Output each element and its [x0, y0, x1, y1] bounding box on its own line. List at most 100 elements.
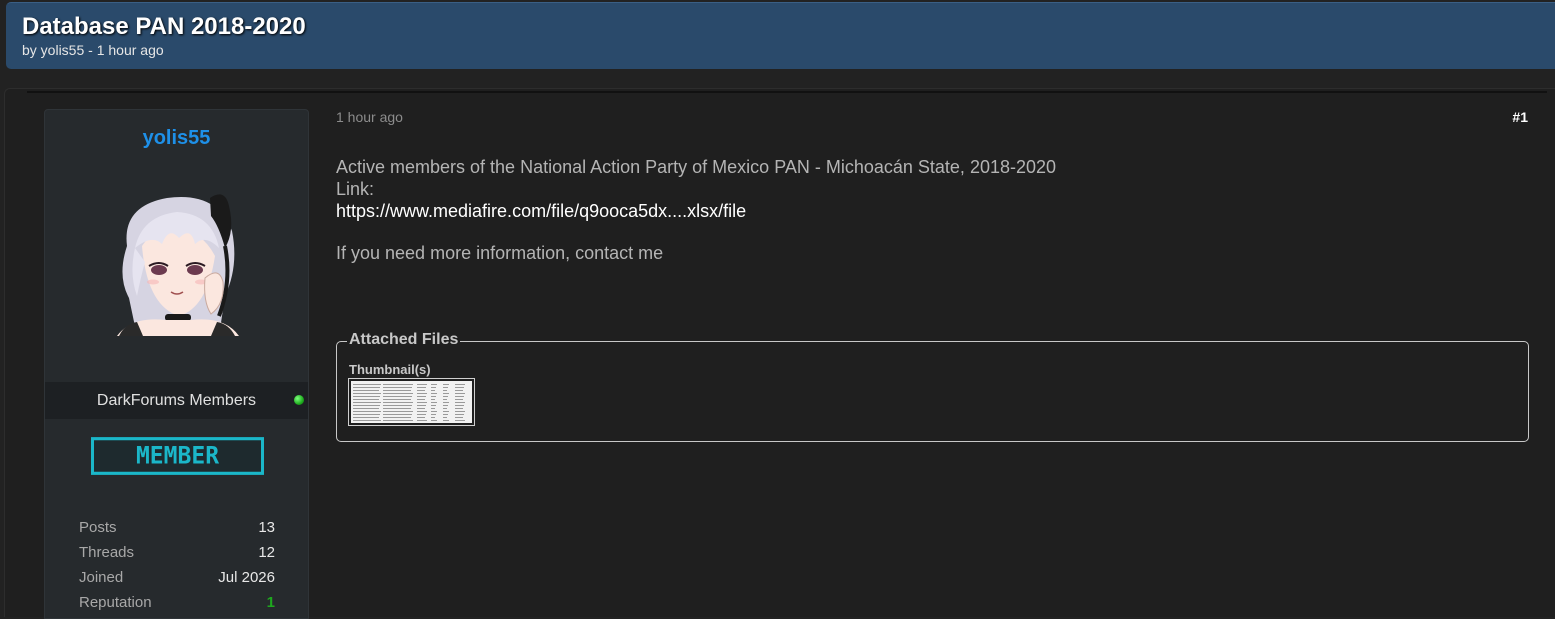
thumbnail-cell: [383, 399, 411, 400]
stat-label: Reputation: [79, 594, 152, 611]
thumbnail-cell: [443, 390, 447, 391]
thumbnail-cell: [383, 417, 411, 418]
stat-row-threads: Threads 12: [79, 543, 275, 568]
thumbnail-cell: [353, 417, 379, 418]
stat-label: Threads: [79, 544, 135, 561]
thumbnail-image: [351, 381, 472, 423]
thumbnail-cell: [383, 411, 413, 412]
thumbnail-cell: [431, 402, 437, 403]
thumbnail-cell: [383, 420, 413, 421]
thumbnail-cell: [383, 390, 411, 391]
thumbnail-cell: [383, 396, 412, 397]
thumbnail-cell: [417, 390, 425, 391]
divider: [27, 91, 1547, 93]
thumbnail-cell: [443, 408, 447, 409]
stat-label: Posts: [79, 519, 117, 536]
attachment-thumbnail[interactable]: [348, 378, 475, 426]
thumbnail-cell: [353, 396, 380, 397]
thumbnail-cell: [455, 411, 465, 412]
thumbnail-cell: [431, 384, 437, 385]
stat-row-joined: Joined Jul 2026: [79, 568, 275, 593]
thumbnail-cell: [455, 414, 464, 415]
thumbnail-cell: [417, 399, 425, 400]
stat-row-posts: Posts 13: [79, 518, 275, 543]
thumbnail-cell: [443, 387, 448, 388]
stat-row-reputation: Reputation 1: [79, 593, 275, 618]
thumbnail-cell: [443, 411, 449, 412]
thumbnail-cell: [455, 390, 463, 391]
thumbnail-cell: [353, 405, 380, 406]
thumbnail-cell: [353, 408, 379, 409]
author-panel: yolis55 DarkForums Members MEMBER Posts …: [44, 109, 309, 619]
thumbnail-cell: [431, 417, 435, 418]
thumbnail-cell: [353, 390, 379, 391]
thumbnail-cell: [455, 402, 465, 403]
thumbnail-cell: [443, 393, 449, 394]
thumbnail-cell: [431, 405, 436, 406]
stat-value[interactable]: 12: [258, 543, 275, 563]
thumbnail-cell: [455, 408, 463, 409]
thumbnail-cell: [443, 414, 448, 415]
member-badge: MEMBER: [91, 437, 264, 475]
thumbnail-cell: [353, 414, 380, 415]
thumbnail-cell: [455, 396, 464, 397]
thumbnail-cell: [417, 387, 426, 388]
thumbnail-cell: [417, 384, 427, 385]
thumbnail-cell: [443, 384, 449, 385]
thumbnail-cell: [443, 420, 449, 421]
thumbnail-cell: [431, 399, 435, 400]
download-link[interactable]: https://www.mediafire.com/file/q9ooca5dx…: [336, 200, 1516, 222]
thumbnail-cell: [383, 393, 413, 394]
thumbnail-cell: [383, 405, 412, 406]
post-date: 1 hour ago: [336, 109, 403, 125]
thumbnail-cell: [417, 402, 427, 403]
thumbnail-cell: [443, 399, 447, 400]
thumbnail-cell: [417, 414, 426, 415]
thumbnail-cell: [417, 408, 425, 409]
attachments-fieldset: Attached Files Thumbnail(s): [336, 331, 1529, 442]
post-text: Link:: [336, 179, 375, 199]
thumbnail-cell: [353, 384, 381, 385]
thumbnail-cell: [431, 411, 437, 412]
stat-value[interactable]: 1: [267, 593, 275, 613]
post-container: yolis55 DarkForums Members MEMBER Posts …: [4, 88, 1555, 619]
thumbnail-cell: [431, 420, 437, 421]
usergroup-row: DarkForums Members: [45, 382, 308, 419]
post-permalink[interactable]: #1: [1512, 109, 1528, 125]
thumbnail-cell: [455, 387, 464, 388]
author-stats: Posts 13 Threads 12 Joined Jul 2026 Repu…: [79, 518, 275, 618]
thumbnail-cell: [353, 411, 381, 412]
post-body: Active members of the National Action Pa…: [336, 156, 1516, 264]
avatar[interactable]: [107, 186, 247, 336]
thread-title: Database PAN 2018-2020: [22, 13, 306, 40]
thumbnail-cell: [383, 408, 411, 409]
thumbnail-cell: [417, 396, 426, 397]
thumbnail-cell: [417, 417, 425, 418]
thumbnail-cell: [443, 417, 447, 418]
author-username-link[interactable]: yolis55: [45, 127, 308, 150]
thumbnail-cell: [431, 387, 436, 388]
thumbnail-cell: [417, 420, 427, 421]
thread-meta: by yolis55 - 1 hour ago: [22, 42, 164, 58]
thumbnail-cell: [431, 396, 436, 397]
post-text: If you need more information, contact me: [336, 243, 664, 263]
thumbnail-cell: [455, 405, 464, 406]
thumbnail-cell: [431, 408, 435, 409]
thumbnail-cell: [353, 399, 379, 400]
thumbnail-cell: [417, 393, 427, 394]
stat-label: Joined: [79, 569, 124, 586]
post-text: Active members of the National Action Pa…: [336, 157, 1057, 177]
thumbnail-cell: [455, 399, 463, 400]
thumbnail-cell: [353, 393, 381, 394]
thumbnail-cell: [383, 384, 413, 385]
thread-header: Database PAN 2018-2020 by yolis55 - 1 ho…: [6, 2, 1555, 69]
thumbnails-label: Thumbnail(s): [349, 362, 431, 377]
thumbnail-cell: [431, 414, 436, 415]
online-status-icon: [294, 395, 304, 405]
thumbnail-cell: [417, 405, 426, 406]
thumbnail-cell: [383, 402, 413, 403]
stat-value[interactable]: 13: [258, 518, 275, 538]
thumbnail-cell: [443, 405, 448, 406]
thumbnail-cell: [443, 396, 448, 397]
